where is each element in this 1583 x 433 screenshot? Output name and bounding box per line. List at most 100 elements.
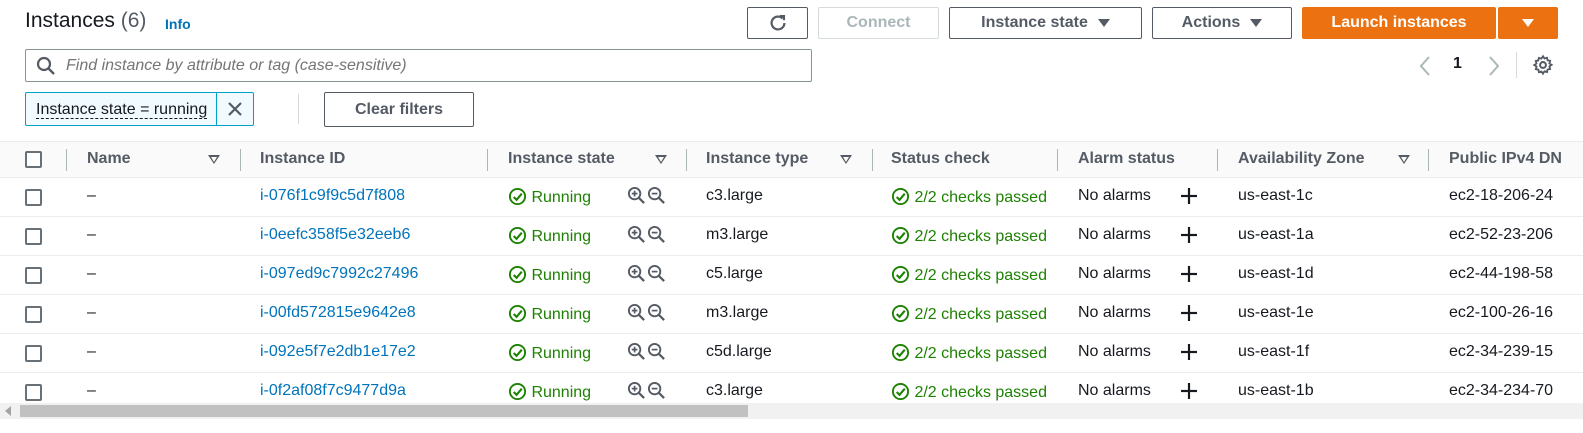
zoom-out-icon[interactable]	[647, 342, 666, 361]
filter-divider	[298, 94, 299, 124]
clear-filters-button[interactable]: Clear filters	[324, 92, 474, 127]
column-header-public-ipv4-dns[interactable]: Public IPv4 DN	[1449, 150, 1562, 168]
zoom-in-icon[interactable]	[627, 303, 646, 322]
zoom-in-icon[interactable]	[627, 264, 646, 283]
sort-icon[interactable]	[208, 155, 220, 164]
column-divider[interactable]	[1057, 149, 1058, 171]
cell-status-check: 2/2 checks passed	[891, 187, 1047, 207]
caret-down-icon	[1522, 19, 1534, 27]
previous-page-icon[interactable]	[1418, 55, 1432, 77]
page-number[interactable]: 1	[1453, 55, 1462, 73]
cell-instance-state: Running	[508, 187, 591, 207]
select-all-checkbox[interactable]	[25, 151, 42, 168]
column-header-instance-id[interactable]: Instance ID	[260, 150, 345, 168]
cell-instance-id-link[interactable]: i-00fd572815e9642e8	[260, 304, 416, 322]
settings-gear-icon[interactable]	[1532, 54, 1554, 76]
row-checkbox[interactable]	[25, 306, 42, 323]
cell-alarm-status: No alarms	[1078, 226, 1151, 243]
column-divider[interactable]	[872, 149, 873, 171]
zoom-out-icon[interactable]	[647, 186, 666, 205]
add-alarm-button[interactable]	[1179, 186, 1199, 211]
cell-instance-id-link[interactable]: i-0f2af08f7c9477d9a	[260, 382, 406, 400]
footer-strip	[0, 419, 1583, 433]
zoom-out-icon[interactable]	[647, 303, 666, 322]
column-header-name[interactable]: Name	[87, 150, 131, 168]
sort-icon[interactable]	[655, 155, 667, 164]
column-header-availability-zone[interactable]: Availability Zone	[1238, 150, 1365, 168]
add-alarm-button[interactable]	[1179, 342, 1199, 367]
zoom-in-icon[interactable]	[627, 342, 646, 361]
instance-state-dropdown[interactable]: Instance state	[949, 7, 1142, 39]
table-row[interactable]: – i-092e5f7e2db1e17e2 Running c5d.large 2/…	[0, 334, 1583, 373]
cell-instance-id-link[interactable]: i-097ed9c7992c27496	[260, 265, 418, 283]
cell-alarm-status: No alarms	[1078, 382, 1151, 399]
search-input[interactable]	[64, 55, 788, 76]
page-title: Instances (6)	[25, 9, 146, 33]
horizontal-scroll-thumb[interactable]	[20, 405, 748, 417]
sort-icon[interactable]	[840, 155, 852, 164]
column-divider[interactable]	[240, 149, 241, 171]
sort-icon[interactable]	[1398, 155, 1410, 164]
status-text: 2/2 checks passed	[914, 189, 1047, 206]
row-checkbox[interactable]	[25, 384, 42, 401]
cell-instance-id-link[interactable]: i-0eefc358f5e32eeb6	[260, 226, 410, 244]
filter-token[interactable]: Instance state = running	[25, 92, 255, 126]
cell-availability-zone: us-east-1c	[1238, 187, 1313, 204]
filter-token-label[interactable]: Instance state = running	[26, 93, 218, 125]
add-alarm-button[interactable]	[1179, 225, 1199, 250]
cell-availability-zone: us-east-1b	[1238, 382, 1314, 399]
column-header-alarm-status[interactable]: Alarm status	[1078, 150, 1175, 168]
title-text: Instances	[25, 9, 115, 32]
column-header-status-check[interactable]: Status check	[891, 150, 990, 168]
refresh-button[interactable]	[747, 7, 808, 39]
actions-dropdown[interactable]: Actions	[1152, 7, 1292, 39]
row-checkbox[interactable]	[25, 267, 42, 284]
zoom-in-icon[interactable]	[627, 381, 646, 400]
cell-availability-zone: us-east-1d	[1238, 265, 1314, 282]
table-row[interactable]: – i-00fd572815e9642e8 Running m3.large 2/2…	[0, 295, 1583, 334]
add-alarm-icon[interactable]	[1179, 225, 1199, 245]
zoom-out-icon[interactable]	[647, 225, 666, 244]
cell-instance-id-link[interactable]: i-076f1c9f9c5d7f808	[260, 187, 405, 205]
launch-instances-button[interactable]: Launch instances	[1302, 7, 1496, 39]
cell-instance-state: Running	[508, 343, 591, 363]
next-page-icon[interactable]	[1487, 55, 1501, 77]
add-alarm-icon[interactable]	[1179, 186, 1199, 206]
connect-button[interactable]: Connect	[818, 7, 939, 39]
status-ok-icon	[508, 382, 527, 401]
column-header-instance-type[interactable]: Instance type	[706, 150, 808, 168]
zoom-out-icon[interactable]	[647, 264, 666, 283]
table-row[interactable]: – i-076f1c9f9c5d7f808 Running c3.large 2/2…	[0, 178, 1583, 217]
row-checkbox[interactable]	[25, 345, 42, 362]
column-divider[interactable]	[1217, 149, 1218, 171]
cell-public-dns: ec2-18-206-24	[1449, 187, 1554, 204]
column-header-instance-state[interactable]: Instance state	[508, 150, 615, 168]
scroll-left-arrow-icon[interactable]	[5, 406, 11, 416]
row-checkbox[interactable]	[25, 189, 42, 206]
search-box[interactable]	[25, 49, 812, 82]
cell-instance-state: Running	[508, 265, 591, 285]
state-filter-controls	[627, 303, 666, 322]
cell-name: –	[87, 304, 96, 321]
cell-instance-id-link[interactable]: i-092e5f7e2db1e17e2	[260, 343, 416, 361]
column-divider[interactable]	[1428, 149, 1429, 171]
add-alarm-icon[interactable]	[1179, 303, 1199, 323]
column-divider[interactable]	[686, 149, 687, 171]
info-link[interactable]: Info	[165, 16, 191, 32]
row-checkbox[interactable]	[25, 228, 42, 245]
zoom-in-icon[interactable]	[627, 225, 646, 244]
add-alarm-icon[interactable]	[1179, 264, 1199, 284]
add-alarm-icon[interactable]	[1179, 342, 1199, 362]
table-row[interactable]: – i-0eefc358f5e32eeb6 Running m3.large 2/2…	[0, 217, 1583, 256]
add-alarm-icon[interactable]	[1179, 381, 1199, 401]
cell-public-dns: ec2-100-26-16	[1449, 304, 1554, 321]
add-alarm-button[interactable]	[1179, 303, 1199, 328]
zoom-in-icon[interactable]	[627, 186, 646, 205]
add-alarm-button[interactable]	[1179, 264, 1199, 289]
table-row[interactable]: – i-097ed9c7992c27496 Running c5.large 2/2…	[0, 256, 1583, 295]
zoom-out-icon[interactable]	[647, 381, 666, 400]
launch-options-button[interactable]	[1498, 7, 1558, 39]
cell-public-dns: ec2-52-23-206	[1449, 226, 1554, 243]
remove-filter-button[interactable]	[217, 93, 253, 125]
column-divider[interactable]	[487, 149, 488, 171]
